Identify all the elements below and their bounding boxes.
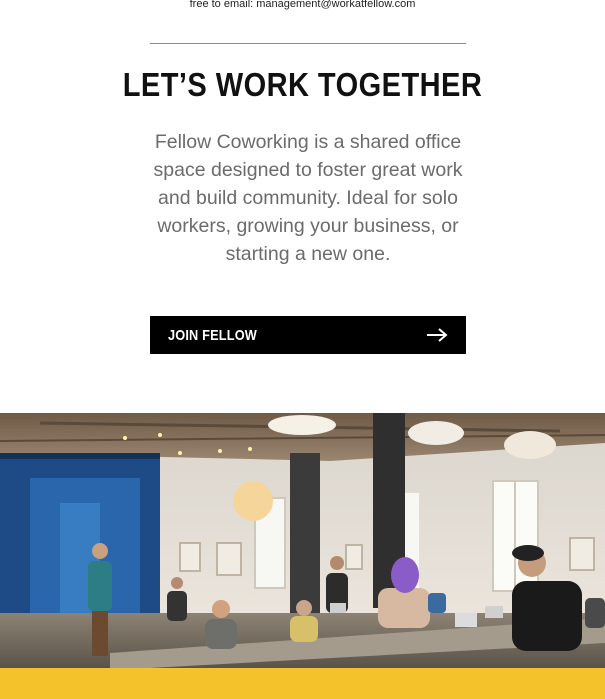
join-fellow-button[interactable]: JOIN FELLOW bbox=[150, 316, 466, 354]
footer-yellow-band bbox=[0, 668, 605, 699]
section-heading: LET’S WORK TOGETHER bbox=[122, 66, 483, 103]
coworking-space-photo bbox=[0, 413, 605, 668]
arrow-right-icon bbox=[427, 328, 448, 342]
coworking-photo-illustration bbox=[0, 413, 605, 668]
intro-paragraph: Fellow Coworking is a shared office spac… bbox=[153, 131, 463, 265]
section-divider bbox=[150, 43, 466, 44]
join-fellow-label: JOIN FELLOW bbox=[168, 326, 257, 344]
contact-email-line: free to email: management@workatfellow.c… bbox=[189, 0, 416, 10]
